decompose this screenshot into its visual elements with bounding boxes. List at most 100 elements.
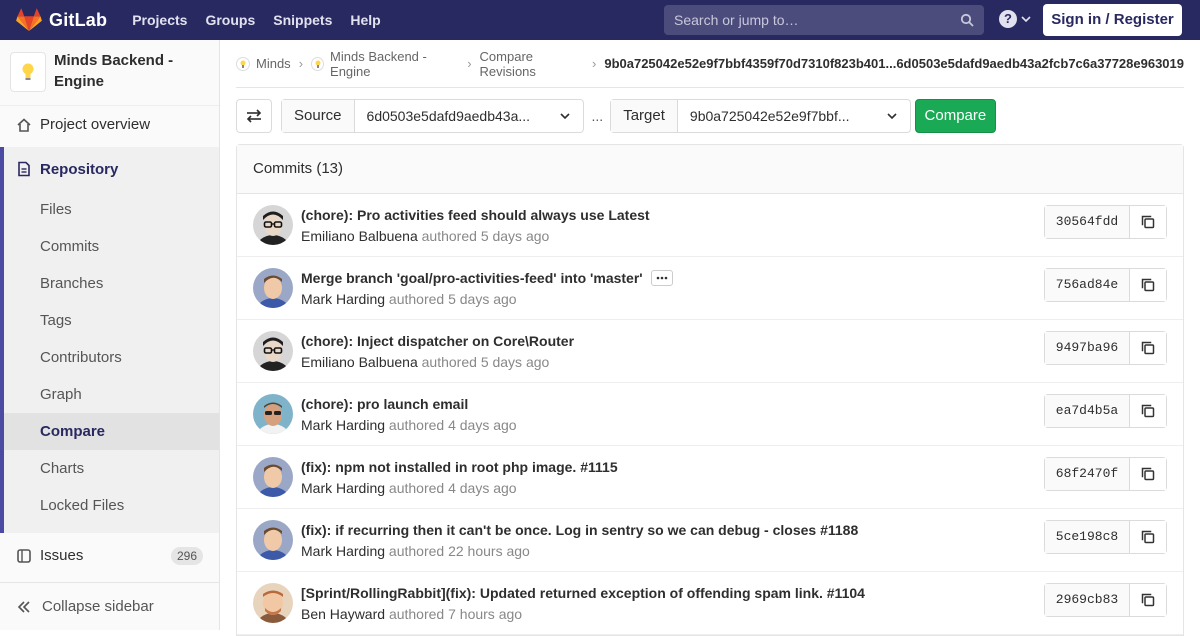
commit-sha-group: ea7d4b5a — [1044, 394, 1167, 428]
author-avatar[interactable] — [253, 520, 293, 560]
commit-row: (fix): npm not installed in root php ima… — [237, 446, 1183, 509]
commit-title-row: [Sprint/RollingRabbit](fix): Updated ret… — [301, 585, 865, 601]
sidebar-item-graph[interactable]: Graph — [4, 376, 219, 413]
author-avatar[interactable] — [253, 331, 293, 371]
commit-row: (chore): pro launch email Mark Harding au… — [237, 383, 1183, 446]
commit-title-row: (chore): pro launch email — [301, 396, 468, 412]
commit-sha[interactable]: 5ce198c8 — [1045, 521, 1130, 553]
authored-label: authored — [388, 480, 445, 496]
commit-title-row: (fix): npm not installed in root php ima… — [301, 459, 618, 475]
nav-link-groups[interactable]: Groups — [196, 0, 264, 40]
copy-sha-button[interactable] — [1130, 206, 1166, 238]
search-icon — [960, 13, 974, 27]
author-avatar[interactable] — [253, 457, 293, 497]
commit-title-row: Merge branch 'goal/pro-activities-feed' … — [301, 270, 673, 286]
author-avatar[interactable] — [253, 394, 293, 434]
author-avatar[interactable] — [253, 205, 293, 245]
sidebar-item-commits[interactable]: Commits — [4, 228, 219, 265]
sidebar-item-project-overview[interactable]: Project overview — [0, 106, 219, 143]
commit-author[interactable]: Mark Harding — [301, 291, 385, 307]
sidebar-item-repository[interactable]: Repository — [4, 147, 219, 191]
copy-sha-button[interactable] — [1130, 269, 1166, 301]
copy-sha-button[interactable] — [1130, 332, 1166, 364]
target-select[interactable]: 9b0a725042e52e9f7bbf... — [678, 100, 910, 132]
commit-author[interactable]: Emiliano Balbuena — [301, 228, 418, 244]
copy-icon — [1141, 467, 1155, 481]
help-dropdown[interactable]: ? — [999, 10, 1031, 28]
signin-button[interactable]: Sign in / Register — [1043, 4, 1182, 36]
commit-row: (fix): if recurring then it can't be onc… — [237, 509, 1183, 572]
commit-row: [Sprint/RollingRabbit](fix): Updated ret… — [237, 572, 1183, 635]
commit-author[interactable]: Mark Harding — [301, 417, 385, 433]
breadcrumb-item-minds[interactable]: Minds — [236, 56, 291, 71]
copy-sha-button[interactable] — [1130, 458, 1166, 490]
home-icon — [16, 117, 32, 133]
breadcrumb-current[interactable]: 9b0a725042e52e9f7bbf4359f70d7310f823b401… — [604, 56, 1184, 71]
sidebar-item-contributors[interactable]: Contributors — [4, 339, 219, 376]
commit-title[interactable]: [Sprint/RollingRabbit](fix): Updated ret… — [301, 585, 865, 601]
commit-sha[interactable]: 68f2470f — [1045, 458, 1130, 490]
commit-title[interactable]: Merge branch 'goal/pro-activities-feed' … — [301, 270, 643, 286]
nav-link-help[interactable]: Help — [341, 0, 389, 40]
commit-meta: Emiliano Balbuena authored 5 days ago — [301, 354, 549, 370]
commit-title[interactable]: (chore): Pro activities feed should alwa… — [301, 207, 650, 223]
compare-form: Source 6d0503e5dafd9aedb43a... ... Targe… — [236, 99, 1184, 133]
author-avatar[interactable] — [253, 583, 293, 623]
commit-row: (chore): Pro activities feed should alwa… — [237, 194, 1183, 257]
lightbulb-icon — [22, 63, 34, 80]
commit-sha-group: 5ce198c8 — [1044, 520, 1167, 554]
source-group: Source 6d0503e5dafd9aedb43a... — [281, 99, 584, 133]
sidebar-item-tags[interactable]: Tags — [4, 302, 219, 339]
commit-sha[interactable]: 756ad84e — [1045, 269, 1130, 301]
ellipsis-icon[interactable] — [650, 270, 673, 286]
commit-title[interactable]: (fix): if recurring then it can't be onc… — [301, 522, 858, 538]
project-avatar — [10, 52, 46, 92]
sidebar: Minds Backend - Engine Project overview … — [0, 40, 220, 630]
sidebar-item-charts[interactable]: Charts — [4, 450, 219, 487]
breadcrumb-item-project[interactable]: Minds Backend - Engine — [311, 49, 459, 79]
commit-title[interactable]: (fix): npm not installed in root php ima… — [301, 459, 618, 475]
copy-sha-button[interactable] — [1130, 521, 1166, 553]
commits-header: Commits (13) — [237, 145, 1183, 194]
sidebar-item-issues[interactable]: Issues 296 — [0, 537, 219, 574]
copy-icon — [1141, 404, 1155, 418]
sidebar-project-header[interactable]: Minds Backend - Engine — [0, 40, 219, 106]
commit-author[interactable]: Mark Harding — [301, 543, 385, 559]
gitlab-home-link[interactable]: GitLab — [16, 0, 107, 40]
sidebar-item-files[interactable]: Files — [4, 191, 219, 228]
nav-link-snippets[interactable]: Snippets — [264, 0, 341, 40]
source-select[interactable]: 6d0503e5dafd9aedb43a... — [355, 100, 583, 132]
commit-sha[interactable]: 30564fdd — [1045, 206, 1130, 238]
commit-author[interactable]: Ben Hayward — [301, 606, 385, 622]
issues-count-badge: 296 — [170, 546, 203, 565]
nav-link-projects[interactable]: Projects — [123, 0, 196, 40]
project-logo-icon — [311, 56, 325, 71]
sidebar-item-compare[interactable]: Compare — [4, 413, 219, 450]
breadcrumb-item-compare-revisions[interactable]: Compare Revisions — [480, 49, 584, 79]
collapse-sidebar-button[interactable]: Collapse sidebar — [0, 582, 219, 630]
commit-sha-group: 756ad84e — [1044, 268, 1167, 302]
search-input[interactable] — [664, 12, 954, 28]
commit-sha[interactable]: ea7d4b5a — [1045, 395, 1130, 427]
commit-title[interactable]: (chore): pro launch email — [301, 396, 468, 412]
sidebar-item-branches[interactable]: Branches — [4, 265, 219, 302]
sidebar-item-locked-files[interactable]: Locked Files — [4, 487, 219, 524]
copy-sha-button[interactable] — [1130, 584, 1166, 616]
commit-title[interactable]: (chore): Inject dispatcher on Core\Route… — [301, 333, 574, 349]
commit-author[interactable]: Mark Harding — [301, 480, 385, 496]
commit-time: 4 days ago — [448, 417, 517, 433]
brand-name: GitLab — [49, 9, 108, 30]
swap-revisions-button[interactable] — [236, 99, 272, 133]
commit-sha-group: 68f2470f — [1044, 457, 1167, 491]
commit-author[interactable]: Emiliano Balbuena — [301, 354, 418, 370]
commit-meta: Ben Hayward authored 7 hours ago — [301, 606, 522, 622]
source-label: Source — [282, 100, 355, 132]
commit-sha[interactable]: 9497ba96 — [1045, 332, 1130, 364]
commit-meta: Mark Harding authored 4 days ago — [301, 480, 517, 496]
author-avatar[interactable] — [253, 268, 293, 308]
commit-row: (chore): Inject dispatcher on Core\Route… — [237, 320, 1183, 383]
commit-sha[interactable]: 2969cb83 — [1045, 584, 1130, 616]
commits-list: Commits (13) (chore): Pro activities fee… — [236, 144, 1184, 636]
copy-sha-button[interactable] — [1130, 395, 1166, 427]
compare-button[interactable]: Compare — [914, 99, 996, 133]
